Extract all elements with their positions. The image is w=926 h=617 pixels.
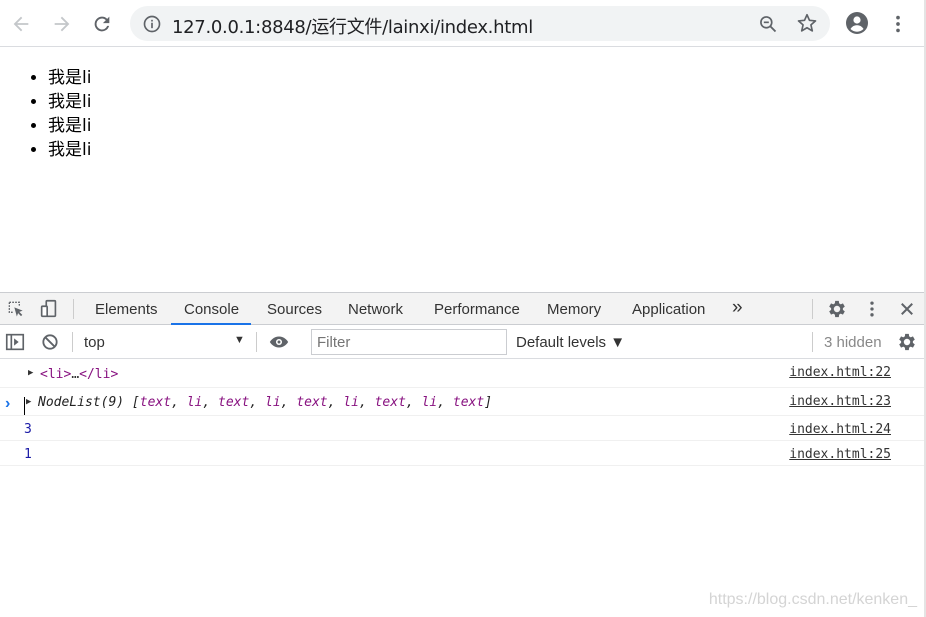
console-prompt-icon: › [5,395,11,412]
tab-console[interactable]: Console [184,301,239,318]
source-link[interactable]: index.html:23 [789,394,891,409]
nodelist-item: text [296,395,328,410]
nodelist-item: li [343,395,359,410]
divider [72,332,73,352]
devtools-tab-bar: Elements Console Sources Network Perform… [0,292,926,325]
info-icon[interactable] [140,12,164,36]
arrow-right-icon[interactable] [50,12,74,36]
tab-sources[interactable]: Sources [267,301,322,318]
star-icon[interactable] [795,11,819,35]
nodelist-item: text [218,395,250,410]
eye-icon[interactable] [267,330,291,354]
filter-input[interactable] [311,329,507,355]
divider [812,332,813,352]
expand-triangle-icon[interactable]: ▶ [26,397,31,407]
element-open-tag: <li> [40,367,72,382]
console-input-caret[interactable] [24,397,25,415]
more-tabs-button[interactable]: » [732,297,743,319]
divider [812,299,813,319]
nodelist-item: li [421,395,438,410]
console-message: 1 index.html:25 [0,441,926,466]
tab-network[interactable]: Network [348,301,403,318]
tab-elements[interactable]: Elements [95,301,158,318]
expand-triangle-icon[interactable]: ▶ [28,368,33,378]
hidden-count: 3 hidden [824,334,882,351]
console-message[interactable]: ▶ <li>…</li> index.html:22 [0,359,926,388]
source-link[interactable]: index.html:24 [789,422,891,437]
zoom-out-icon[interactable] [756,12,780,36]
watermark: https://blog.csdn.net/kenken_ [708,591,917,608]
list-item: 我是li [48,90,91,114]
devtools-panel: Elements Console Sources Network Perform… [0,292,926,617]
list-item: 我是li [48,66,91,90]
divider [73,299,74,319]
context-selector[interactable]: top [84,334,105,351]
message-text: NodeList(9) [text, li, text, li, text, l… [38,395,493,410]
console-message: 3 index.html:24 [0,416,926,441]
vertical-dots-icon[interactable] [886,12,910,36]
source-link[interactable]: index.html:22 [789,365,891,380]
address-bar[interactable]: 127.0.0.1:8848/运行文件/lainxi/index.html [130,6,830,41]
element-ellipsis: … [71,367,80,382]
console-toolbar: top ▼ Default levels ▼ 3 hidden [0,325,926,359]
tab-performance[interactable]: Performance [434,301,520,318]
tab-memory[interactable]: Memory [547,301,601,318]
browser-toolbar: 127.0.0.1:8848/运行文件/lainxi/index.html [0,0,926,47]
source-link[interactable]: index.html:25 [789,447,891,462]
nodelist-suffix: ] [484,395,493,410]
divider [256,332,257,352]
log-levels-dropdown[interactable]: Default levels ▼ [516,334,625,351]
console-settings-gear-icon[interactable] [895,330,919,354]
element-close-tag: </li> [79,367,119,382]
message-text: <li>…</li> [40,367,118,382]
chevron-down-icon[interactable]: ▼ [234,334,245,346]
list-item: 我是li [48,114,91,138]
nodelist-item: text [374,395,406,410]
arrow-left-icon[interactable] [9,12,33,36]
url-text[interactable]: 127.0.0.1:8848/运行文件/lainxi/index.html [172,13,533,39]
account-icon[interactable] [845,11,869,35]
nodelist-item: li [265,395,281,410]
clear-console-icon[interactable] [38,330,62,354]
nodelist-prefix: NodeList(9) [ [38,395,140,410]
reload-icon[interactable] [90,12,114,36]
tab-application[interactable]: Application [632,301,705,318]
page-list: 我是li 我是li 我是li 我是li [48,66,91,162]
close-icon[interactable] [895,297,919,321]
nodelist-item: li [186,395,203,410]
nodelist-item: text [452,395,485,410]
settings-gear-icon[interactable] [825,297,849,321]
nodelist-item: text [139,395,172,410]
console-message[interactable]: ▶ NodeList(9) [text, li, text, li, text,… [0,388,926,416]
vertical-dots-icon[interactable] [860,297,884,321]
inspect-element-icon[interactable] [4,297,28,321]
message-value: 1 [24,447,32,462]
list-item: 我是li [48,138,91,162]
console-messages: ▶ <li>…</li> index.html:22 ▶ NodeList(9)… [0,359,926,466]
device-toolbar-icon[interactable] [37,297,61,321]
sidebar-toggle-icon[interactable] [3,330,27,354]
message-value: 3 [24,422,32,437]
